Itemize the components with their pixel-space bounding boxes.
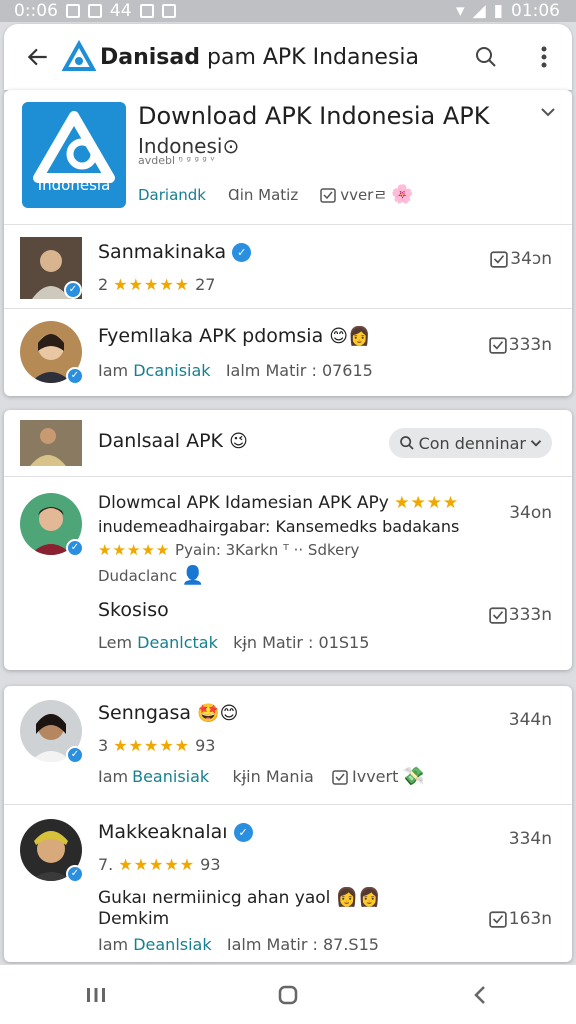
item-time: 333n xyxy=(489,605,552,625)
home-icon[interactable] xyxy=(258,975,318,1015)
item-time: 333n xyxy=(489,335,552,355)
item-meta: 3 ★★★★★ 93 xyxy=(98,736,216,755)
list-item[interactable]: ✓ Makkeaknalaı ✓ 7. ★★★★★ 93 334n Gukaı n… xyxy=(4,804,572,962)
verified-icon: ✓ xyxy=(66,367,84,385)
item-time: 334n xyxy=(508,829,552,849)
more-vert-icon[interactable] xyxy=(524,37,564,77)
calendar-icon xyxy=(320,187,336,203)
verified-icon: ✓ xyxy=(66,865,84,883)
item-text-line: Demkim xyxy=(98,909,170,929)
star-rating-icon: ★★★★★ xyxy=(118,855,196,874)
avatar: ✓ xyxy=(20,819,84,883)
system-nav-bar xyxy=(0,964,576,1024)
item-name: Sanmakinaka ✓ xyxy=(98,241,252,263)
calendar-icon xyxy=(332,769,348,785)
item-meta: Iam Deanlsiak Ialm Matir : 87.S15 xyxy=(98,935,379,954)
avatar: ✓ xyxy=(20,321,84,385)
item-time: 34on xyxy=(509,503,552,523)
avatar: ✓ xyxy=(20,493,84,557)
calendar-icon xyxy=(489,337,507,354)
item-name: Fyemllaka APK pdomsia 😊👩 xyxy=(98,325,371,347)
signal-icon: ◢ xyxy=(472,1,486,21)
notification-icon xyxy=(87,4,102,18)
star-rating-icon: ★★★★★ xyxy=(113,736,190,755)
chevron-down-icon xyxy=(530,440,542,447)
app-small-text: avdebl ᵑ ᵍ ᵍ ᵍ ᵛ xyxy=(138,154,215,167)
list-item[interactable]: ✓ Senngasa 🤩😊 3 ★★★★★ 93 Iam Beanisiak k… xyxy=(4,686,572,804)
emoji-icon: 🌸 xyxy=(391,184,414,205)
notification-icon xyxy=(65,4,80,18)
item-text-line: inudemeadhairgabar: Kansemedks badakans xyxy=(98,517,460,536)
card-title: Danlsaal APK 😉 xyxy=(98,430,248,452)
calendar-icon xyxy=(490,251,508,268)
item-time: 344n xyxy=(508,710,552,730)
verified-icon: ✓ xyxy=(66,539,84,557)
avatar: ✓ xyxy=(20,700,84,764)
item-meta: Iam Dcanisiak Ialm Matir : 07615 xyxy=(98,361,373,380)
app-action-row: Dariandk Ɑin Matiz vverㄹ 🌸 xyxy=(138,184,414,205)
back-arrow-icon[interactable] xyxy=(18,37,58,77)
nav-back-icon[interactable] xyxy=(450,975,510,1015)
app-action-item[interactable]: Ɑin Matiz xyxy=(228,186,298,204)
item-text-line: Dudaclanc 👤 xyxy=(98,565,205,586)
item-text-line: Dlowmcal APK Idamesian APK APy ★★★★ xyxy=(98,493,460,513)
status-time-left: 0::06 xyxy=(14,1,58,21)
calendar-icon xyxy=(489,607,507,624)
app-icon-text: Indonesia xyxy=(37,176,111,194)
item-time: 163n xyxy=(489,909,552,929)
status-time-right: 01:06 xyxy=(511,1,560,21)
item-text-line: Gukaı nermiinicg ahan yaol 👩👩 xyxy=(98,887,381,908)
app-card: Danlsaal APK 😉 Con denninar ✓ Dlowmcal A… xyxy=(4,410,572,670)
app-name: Download APK Indonesia APK xyxy=(138,102,490,130)
app-icon[interactable]: Indonesia xyxy=(22,102,126,208)
status-notif-text: 44 xyxy=(109,1,132,21)
item-text-line: ★★★★★ Pyain: 3Karkn ᵀ ·· Sdkery xyxy=(98,541,360,559)
app-title: Danisad pam APK Indanesia xyxy=(100,44,420,70)
notification-icon xyxy=(161,4,176,18)
chevron-down-icon[interactable] xyxy=(540,104,556,124)
list-item[interactable]: ✓ Dlowmcal APK Idamesian APK APy ★★★★ in… xyxy=(4,476,572,670)
app-action-item[interactable]: vverㄹ 🌸 xyxy=(320,184,414,205)
notification-icon xyxy=(139,4,154,18)
item-meta: 2 ★★★★★ 27 xyxy=(98,275,216,294)
wifi-icon: ▾ xyxy=(456,1,465,21)
item-meta: 7. ★★★★★ 93 xyxy=(98,855,221,874)
item-name: Makkeaknalaı ✓ xyxy=(98,821,253,843)
app-action-link[interactable]: Dariandk xyxy=(138,186,206,204)
app-card: Indonesia Download APK Indonesia APK Ind… xyxy=(4,90,572,396)
battery-icon: ▮ xyxy=(493,1,503,21)
item-name: Senngasa 🤩😊 xyxy=(98,702,239,724)
item-heading: Skosiso xyxy=(98,599,169,621)
status-bar: 0::06 44 ▾ ◢ ▮ 01:06 xyxy=(0,0,576,22)
recents-icon[interactable] xyxy=(66,975,126,1015)
app-card: ✓ Senngasa 🤩😊 3 ★★★★★ 93 Iam Beanisiak k… xyxy=(4,686,572,962)
verified-icon: ✓ xyxy=(66,746,84,764)
list-item[interactable]: ✓ Sanmakinaka ✓ 2 ★★★★★ 27 34ɔn xyxy=(4,224,572,308)
avatar xyxy=(20,420,82,466)
calendar-icon xyxy=(489,911,507,928)
verified-icon: ✓ xyxy=(232,243,252,262)
search-icon xyxy=(399,436,414,450)
list-item[interactable]: ✓ Fyemllaka APK pdomsia 😊👩 Iam Dcanisiak… xyxy=(4,308,572,396)
avatar: ✓ xyxy=(20,237,82,299)
item-meta: Lem Deanlctak kɉn Matir : 01S15 xyxy=(98,633,370,652)
app-bar: Danisad pam APK Indanesia xyxy=(4,24,572,90)
item-meta: Iam Beanisiak kɉin Mania Ivvert 💸 xyxy=(98,766,425,787)
app-logo-icon xyxy=(61,39,97,74)
verified-icon: ✓ xyxy=(233,823,253,842)
verified-icon: ✓ xyxy=(64,281,82,299)
card-header: Danlsaal APK 😉 Con denninar xyxy=(4,410,572,476)
search-icon[interactable] xyxy=(466,37,506,77)
star-rating-icon: ★★★★★ xyxy=(113,275,190,294)
filter-chip[interactable]: Con denninar xyxy=(388,428,552,458)
item-time: 34ɔn xyxy=(490,249,552,269)
